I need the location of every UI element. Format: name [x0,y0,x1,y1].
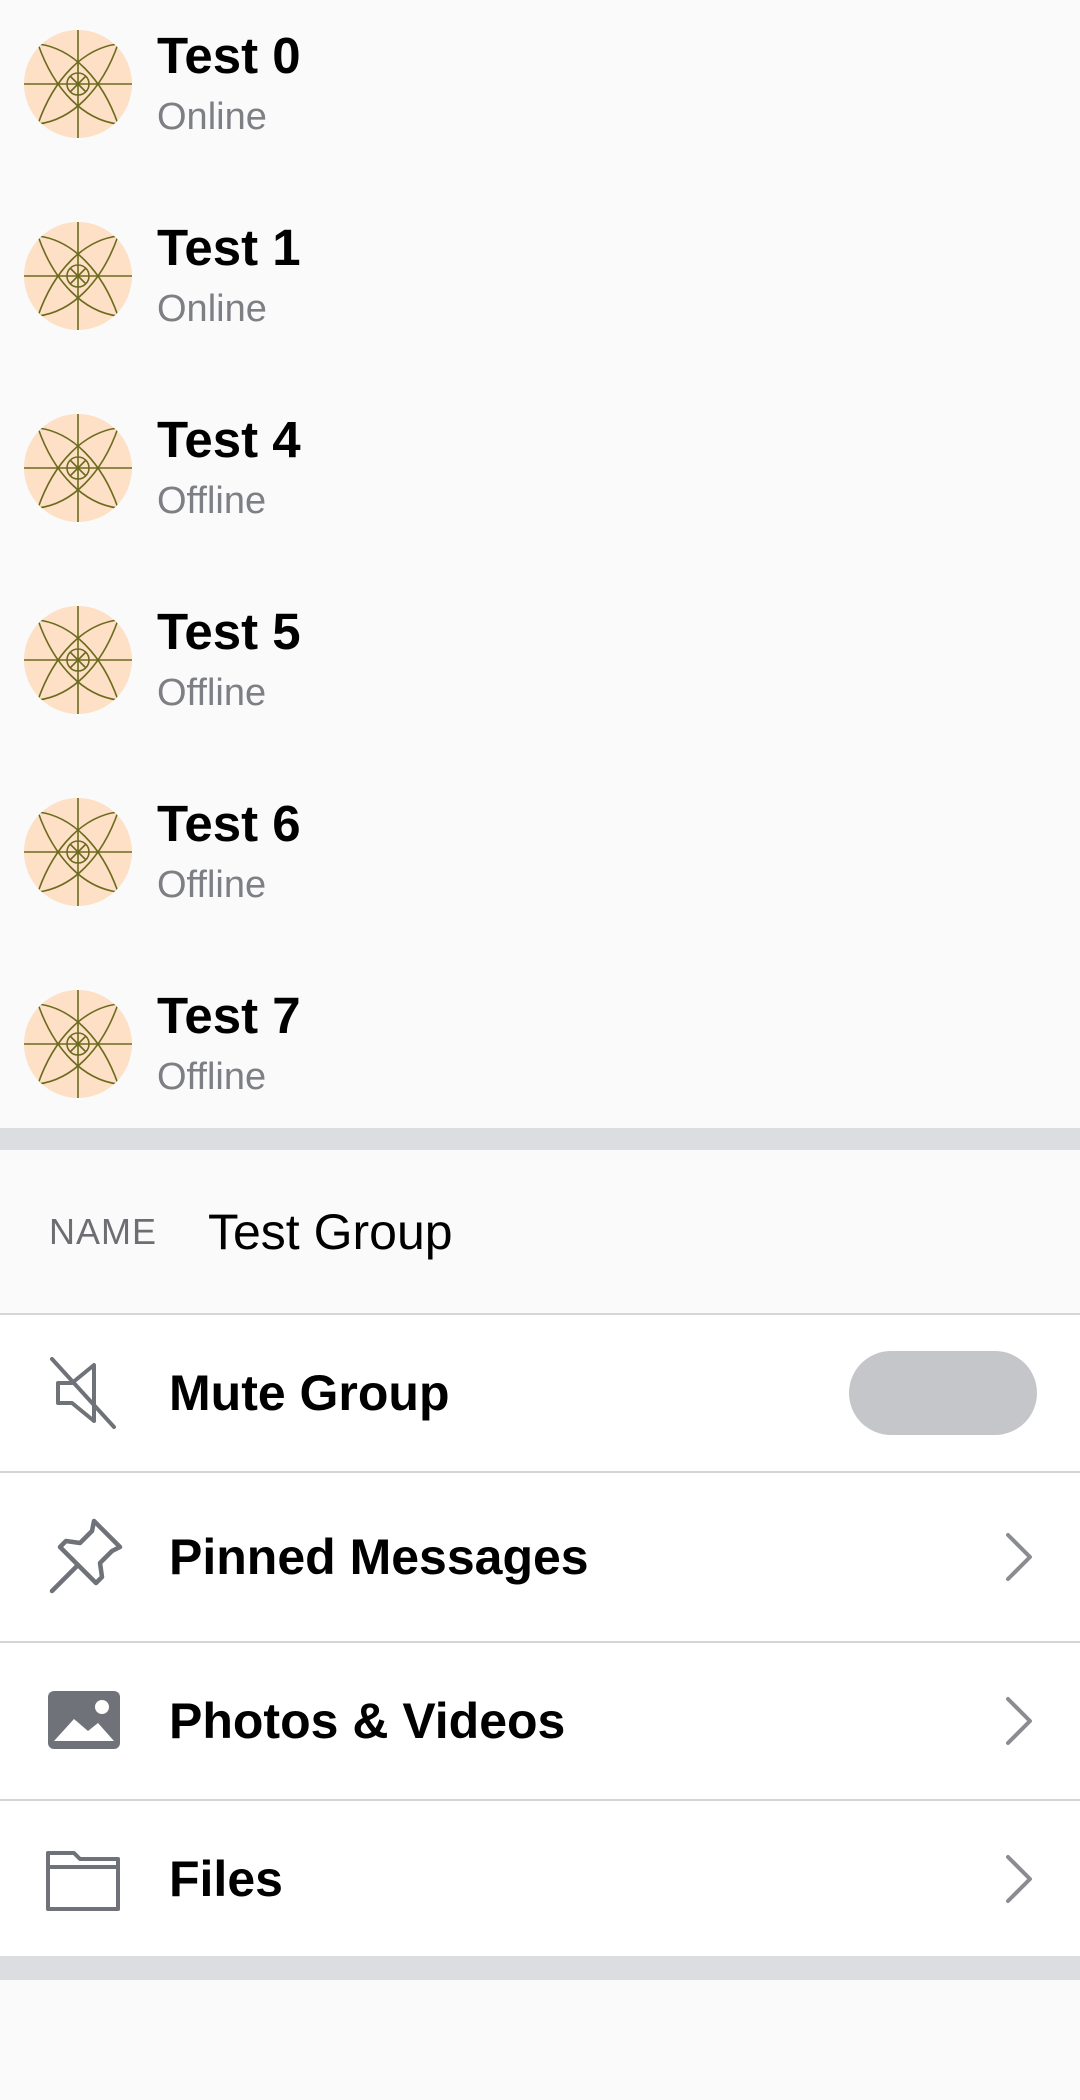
image-icon [44,1679,128,1763]
mute-group-label: Mute Group [169,1365,450,1421]
files-row[interactable]: Files [0,1801,1080,1956]
member-row[interactable]: Test 6 Offline [0,768,1080,960]
photos-videos-row[interactable]: Photos & Videos [0,1643,1080,1799]
avatar [24,30,132,138]
member-name: Test 4 [157,411,301,468]
pinned-messages-label: Pinned Messages [169,1529,589,1585]
name-label: NAME [49,1211,158,1252]
member-status: Offline [157,672,267,714]
member-row[interactable]: Test 0 Online [0,0,1080,192]
pin-icon [44,1515,128,1599]
member-list: Test 0 Online Test 1 Online Test 4 Offli… [0,0,1080,1128]
chevron-right-icon [1006,1697,1032,1745]
files-label: Files [169,1851,283,1907]
folder-icon [44,1837,128,1921]
group-name-input[interactable] [208,1198,1048,1266]
section-separator [0,1128,1080,1150]
member-row[interactable]: Test 4 Offline [0,384,1080,576]
avatar [24,798,132,906]
section-separator [0,1956,1080,1980]
member-status: Offline [157,480,267,522]
chevron-right-icon [1006,1533,1032,1581]
group-details-screen: Test 0 Online Test 1 Online Test 4 Offli… [0,0,1080,2100]
avatar [24,222,132,330]
chevron-right-icon [1006,1855,1032,1903]
member-name: Test 7 [157,987,301,1044]
member-name: Test 0 [157,27,301,84]
member-row[interactable]: Test 5 Offline [0,576,1080,768]
photos-videos-label: Photos & Videos [169,1693,566,1749]
bottom-area [0,1980,1080,2100]
muted-speaker-icon [44,1351,128,1435]
member-name: Test 5 [157,603,301,660]
member-status: Offline [157,864,267,906]
member-status: Online [157,96,267,138]
member-status: Online [157,288,267,330]
avatar [24,414,132,522]
member-status: Offline [157,1056,267,1098]
group-name-section: NAME [0,1150,1080,1314]
avatar [24,606,132,714]
mute-group-row[interactable]: Mute Group [0,1315,1080,1471]
member-row[interactable]: Test 1 Online [0,192,1080,384]
pinned-messages-row[interactable]: Pinned Messages [0,1473,1080,1641]
avatar [24,990,132,1098]
mute-group-toggle[interactable] [849,1351,1037,1435]
member-row[interactable]: Test 7 Offline [0,960,1080,1152]
member-name: Test 6 [157,795,301,852]
member-name: Test 1 [157,219,301,276]
